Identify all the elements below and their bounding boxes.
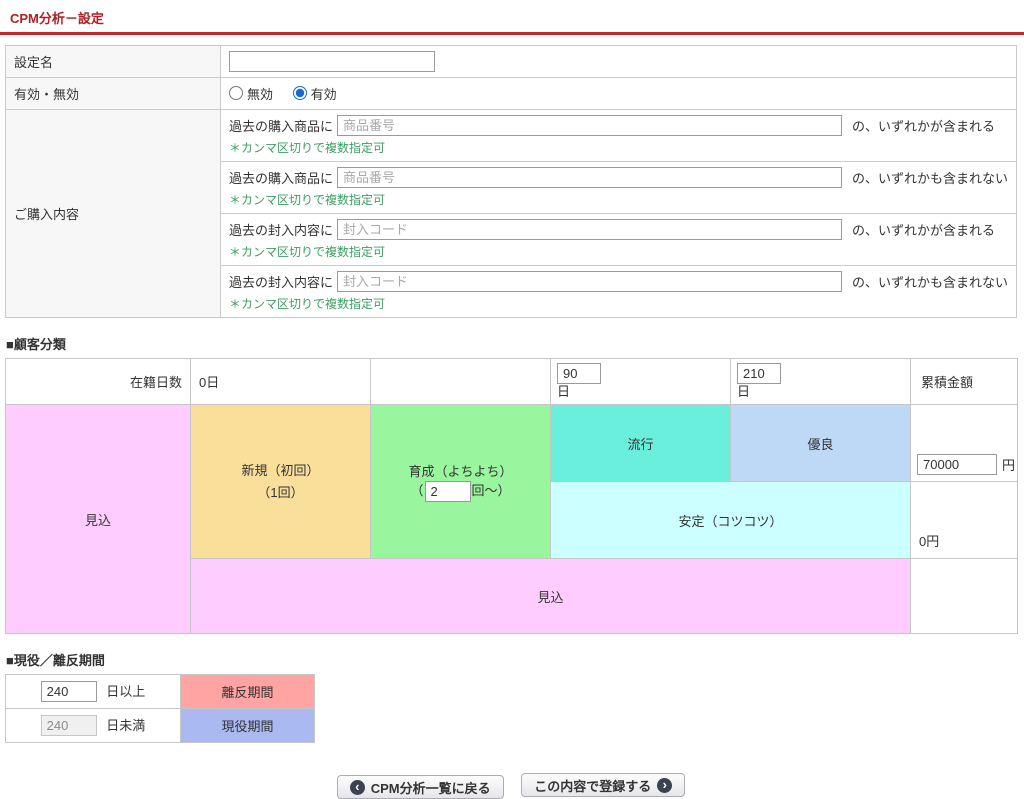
day-unit-label: 日 xyxy=(737,384,751,399)
radio-option-disabled[interactable]: 無効 xyxy=(228,84,273,103)
day-unit-label: 日 xyxy=(557,384,571,399)
register-button[interactable]: この内容で登録する › xyxy=(521,773,686,797)
arrow-right-icon: › xyxy=(657,777,673,793)
day0-label: 0日 xyxy=(190,358,371,405)
active-period-badge: 現役期間 xyxy=(180,708,315,743)
segment-new-line2: （1回） xyxy=(257,484,304,500)
radio-option-enabled[interactable]: 有効 xyxy=(292,84,337,103)
segment-new-line1: 新規（初回） xyxy=(241,463,320,479)
churn-days-label: 日以上 xyxy=(106,684,146,699)
condition-prefix: 過去の封入内容に xyxy=(228,223,333,238)
back-to-list-button[interactable]: ‹ CPM分析一覧に戻る xyxy=(336,775,504,799)
insert-code-include-input[interactable] xyxy=(336,219,842,240)
classification-table: 在籍日数 0日 日 日 累積金額 見込 新規（初回） （1回） 育成（よちよち） xyxy=(5,358,1018,634)
purchase-condition-cell-3: 過去の封入内容に の、いずれかが含まれる ＊カンマ区切りで複数指定可 xyxy=(219,213,1018,266)
comma-note: ＊カンマ区切りで複数指定可 xyxy=(228,193,385,207)
day90-cell: 日 xyxy=(550,358,731,405)
setting-name-row: 設定名 xyxy=(5,45,1018,78)
segment-new: 新規（初回） （1回） xyxy=(190,404,371,559)
comma-note: ＊カンマ区切りで複数指定可 xyxy=(228,141,385,155)
header-spacer-cell xyxy=(370,358,551,405)
enabled-cell: 無効 有効 xyxy=(219,77,1018,110)
active-days-label: 日未満 xyxy=(106,718,146,733)
churn-threshold-cell: 日以上 xyxy=(5,674,181,709)
condition-suffix: の、いずれかも含まれない xyxy=(851,171,1008,186)
page-title: CPM分析－設定 xyxy=(10,11,104,26)
segment-stable: 安定（コツコツ） xyxy=(550,481,911,559)
churn-days-input[interactable] xyxy=(40,681,97,702)
page-header: CPM分析－設定 xyxy=(0,0,1024,32)
churn-period-badge: 離反期間 xyxy=(180,674,315,709)
back-button-label: CPM分析一覧に戻る xyxy=(370,780,491,796)
purchase-condition-row-1: ご購入内容 過去の購入商品に の、いずれかが含まれる ＊カンマ区切りで複数指定可 xyxy=(5,109,1018,318)
enabled-row: 有効・無効 無効 有効 xyxy=(5,77,1018,110)
setting-name-cell xyxy=(219,45,1018,78)
condition-prefix: 過去の購入商品に xyxy=(228,171,333,186)
tenure-days-label: 在籍日数 xyxy=(5,358,191,405)
segment-excellent: 優良 xyxy=(730,404,911,482)
register-button-label: この内容で登録する xyxy=(534,778,652,794)
radio-disabled-input[interactable] xyxy=(228,86,243,101)
condition-prefix: 過去の封入内容に xyxy=(228,275,333,290)
active-threshold-cell: 日未満 xyxy=(5,708,181,743)
classification-heading: ■顧客分類 xyxy=(6,337,66,352)
period-heading: ■現役／離反期間 xyxy=(6,653,105,668)
yen-unit-label: 円 xyxy=(1002,458,1016,473)
day210-cell: 日 xyxy=(730,358,911,405)
classification-row-top: 見込 新規（初回） （1回） 育成（よちよち） （ 回～） 流行 優良 円 xyxy=(5,404,1018,634)
main-content: 設定名 有効・無効 無効 有効 ご購入内容 過去の購入商品に 商品番号 の、いず… xyxy=(0,45,1024,799)
enabled-label: 有効・無効 xyxy=(5,77,221,110)
settings-form-table: 設定名 有効・無効 無効 有効 ご購入内容 過去の購入商品に 商品番号 の、いず… xyxy=(5,45,1018,318)
footer-actions: ‹ CPM分析一覧に戻る この内容で登録する › xyxy=(5,773,1017,799)
cumulative-amount-label: 累積金額 xyxy=(910,358,1018,405)
day90-threshold-input[interactable] xyxy=(557,363,601,384)
condition-suffix: の、いずれかが含まれる xyxy=(851,223,995,238)
condition-suffix: の、いずれかも含まれない xyxy=(851,275,1008,290)
segment-nurture-line2: （ 回～） xyxy=(373,480,548,502)
setting-name-input[interactable] xyxy=(228,51,435,72)
purchase-condition-cell-4: 過去の封入内容に の、いずれかも含まれない ＊カンマ区切りで複数指定可 xyxy=(219,265,1018,318)
active-days-input xyxy=(40,715,97,736)
insert-code-exclude-input[interactable] xyxy=(336,271,842,292)
segment-nurture: 育成（よちよち） （ 回～） xyxy=(370,404,551,559)
comma-note: ＊カンマ区切りで複数指定可 xyxy=(228,245,385,259)
nurture-paren-close: 回～） xyxy=(471,483,511,499)
radio-enabled-label: 有効 xyxy=(310,86,337,102)
zero-yen-label: 0円 xyxy=(919,534,940,549)
segment-prospect-left: 見込 xyxy=(5,404,191,634)
nurture-paren-open: （ xyxy=(410,483,424,499)
radio-disabled-label: 無効 xyxy=(246,86,273,102)
radio-enabled-input[interactable] xyxy=(292,86,307,101)
arrow-left-icon: ‹ xyxy=(349,779,365,795)
classification-header-row: 在籍日数 0日 日 日 累積金額 xyxy=(5,358,1018,405)
setting-name-label: 設定名 xyxy=(5,45,221,78)
condition-suffix: の、いずれかが含まれる xyxy=(851,119,995,134)
purchase-label: ご購入内容 xyxy=(5,109,221,318)
amount-threshold-input[interactable] xyxy=(917,454,997,475)
amount-threshold-cell: 円 xyxy=(910,404,1018,482)
purchase-condition-cell-2: 過去の購入商品に の、いずれかも含まれない ＊カンマ区切りで複数指定可 xyxy=(219,161,1018,214)
nurture-count-input[interactable] xyxy=(424,480,471,502)
purchased-items-include-input[interactable] xyxy=(336,115,842,136)
condition-prefix: 過去の購入商品に xyxy=(228,119,333,134)
header-divider xyxy=(0,32,1024,35)
day210-threshold-input[interactable] xyxy=(737,363,781,384)
purchased-items-exclude-input[interactable] xyxy=(336,167,842,188)
active-period-row: 日未満 現役期間 xyxy=(5,708,315,743)
empty-amount-cell xyxy=(910,558,1018,634)
segment-nurture-line1: 育成（よちよち） xyxy=(408,464,513,480)
period-table: 日以上 離反期間 日未満 現役期間 xyxy=(5,674,315,743)
amount-zero-cell: 0円 xyxy=(910,481,1018,559)
comma-note: ＊カンマ区切りで複数指定可 xyxy=(228,297,385,311)
churn-period-row: 日以上 離反期間 xyxy=(5,674,315,709)
segment-trend: 流行 xyxy=(550,404,731,482)
segment-prospect-bottom: 見込 xyxy=(190,558,911,634)
purchase-condition-cell-1: 過去の購入商品に の、いずれかが含まれる ＊カンマ区切りで複数指定可 xyxy=(219,109,1018,162)
